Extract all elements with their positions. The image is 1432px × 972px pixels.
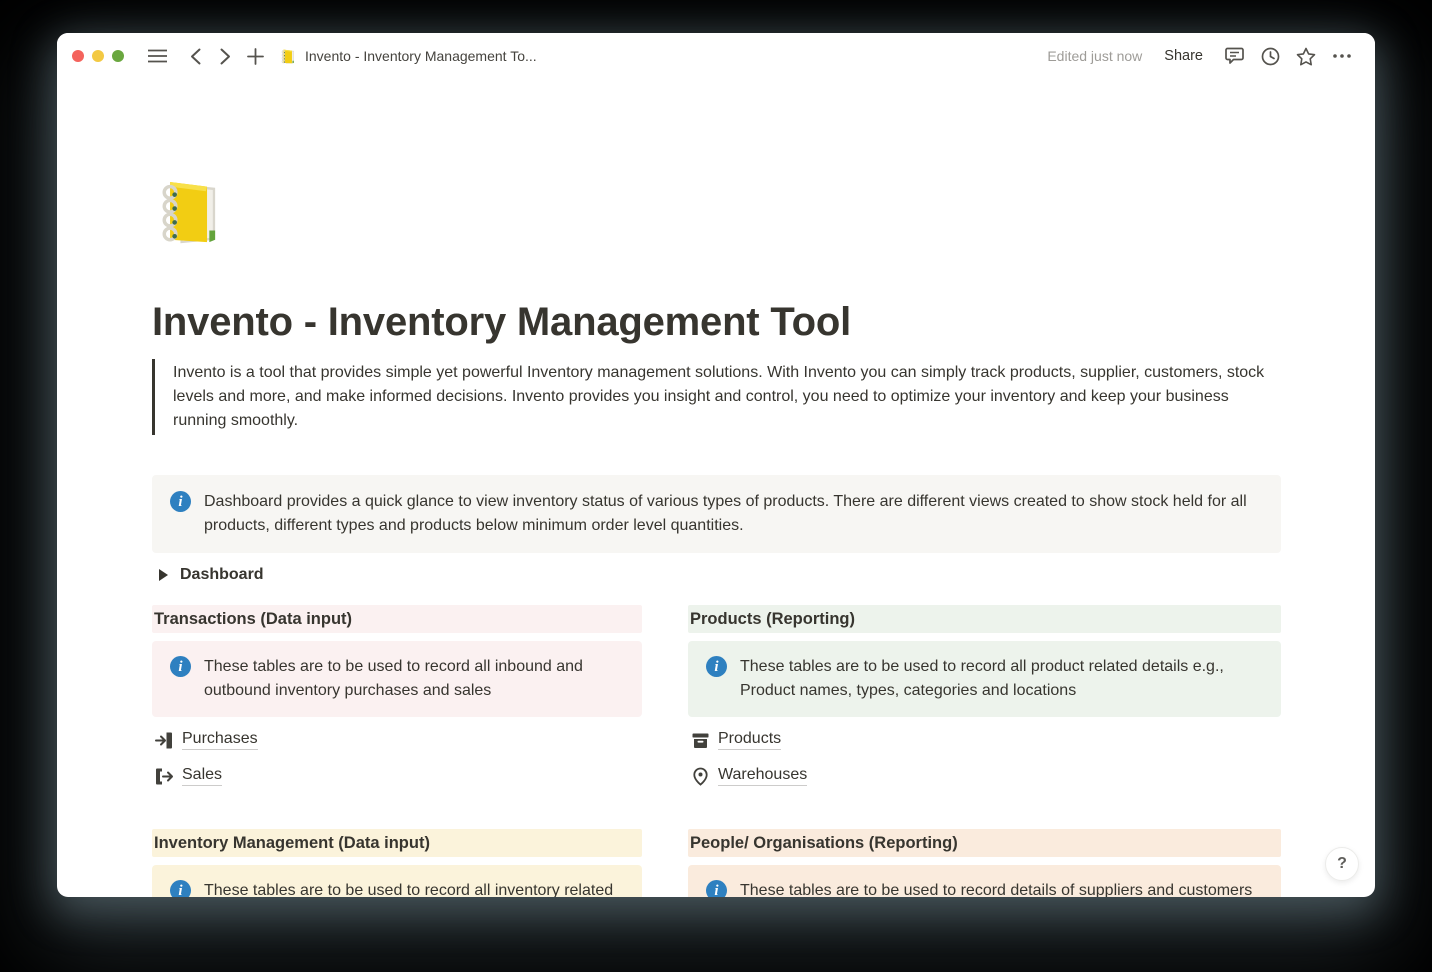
comment-icon[interactable] [1219,42,1249,70]
products-callout-text: These tables are to be used to record al… [740,655,1265,703]
titlebar: Invento - Inventory Management To... Edi… [57,33,1375,79]
products-heading: Products (Reporting) [688,605,1281,633]
people-callout: i These tables are to be used to record … [688,865,1281,897]
dashboard-callout-text: Dashboard provides a quick glance to vie… [204,490,1263,538]
enter-icon [154,730,174,750]
info-icon: i [706,880,727,897]
products-section: Products (Reporting) i These tables are … [688,605,1281,789]
info-icon: i [706,656,727,677]
edited-status: Edited just now [1047,48,1142,64]
dashboard-callout: i Dashboard provides a quick glance to v… [152,475,1281,553]
info-icon: i [170,656,191,677]
location-pin-icon [690,766,710,786]
page-link-label: Sales [182,766,222,786]
exit-icon [154,766,174,786]
people-heading: People/ Organisations (Reporting) [688,829,1281,857]
page-link-sales[interactable]: Sales [152,763,224,789]
page-title: Invento - Inventory Management Tool [152,298,1281,346]
new-tab-icon[interactable] [240,42,270,70]
forward-icon[interactable] [210,42,240,70]
transactions-callout: i These tables are to be used to record … [152,641,642,717]
page-icon-notebook[interactable] [155,175,229,249]
transactions-callout-text: These tables are to be used to record al… [204,655,626,703]
share-button[interactable]: Share [1164,48,1203,64]
close-window-button[interactable] [72,50,84,62]
products-callout: i These tables are to be used to record … [688,641,1281,717]
info-icon: i [170,491,191,512]
page-link-label: Warehouses [718,766,807,786]
app-window: Invento - Inventory Management To... Edi… [57,33,1375,897]
inventory-heading: Inventory Management (Data input) [152,829,642,857]
inventory-section: Inventory Management (Data input) i Thes… [152,829,642,897]
columns-row-2: Inventory Management (Data input) i Thes… [152,829,1281,897]
tab-title[interactable]: Invento - Inventory Management To... [280,48,537,65]
transactions-section: Transactions (Data input) i These tables… [152,605,642,789]
hamburger-icon[interactable] [142,42,172,70]
history-clock-icon[interactable] [1255,42,1285,70]
zoom-window-button[interactable] [112,50,124,62]
notebook-icon [280,48,297,65]
transactions-heading: Transactions (Data input) [152,605,642,633]
minimize-window-button[interactable] [92,50,104,62]
star-icon[interactable] [1291,42,1321,70]
people-callout-text: These tables are to be used to record de… [740,879,1252,897]
tab-title-label: Invento - Inventory Management To... [305,48,537,64]
people-section: People/ Organisations (Reporting) i Thes… [688,829,1281,897]
page-link-products[interactable]: Products [688,727,783,753]
archive-box-icon [690,730,710,750]
traffic-lights [72,50,124,62]
back-icon[interactable] [180,42,210,70]
inventory-callout-text: These tables are to be used to record al… [204,879,626,897]
dashboard-toggle-label: Dashboard [180,566,264,584]
more-icon[interactable] [1327,42,1357,70]
page-link-warehouses[interactable]: Warehouses [688,763,809,789]
columns-row-1: Transactions (Data input) i These tables… [152,605,1281,789]
page-link-label: Purchases [182,730,258,750]
help-button[interactable]: ? [1325,847,1359,881]
page-link-purchases[interactable]: Purchases [152,727,260,753]
page-content: Invento - Inventory Management Tool Inve… [57,79,1375,897]
toggle-triangle-icon[interactable] [159,569,168,581]
inventory-callout: i These tables are to be used to record … [152,865,642,897]
page-link-label: Products [718,730,781,750]
dashboard-toggle[interactable]: Dashboard [152,563,266,587]
intro-quote: Invento is a tool that provides simple y… [152,359,1281,435]
info-icon: i [170,880,191,897]
